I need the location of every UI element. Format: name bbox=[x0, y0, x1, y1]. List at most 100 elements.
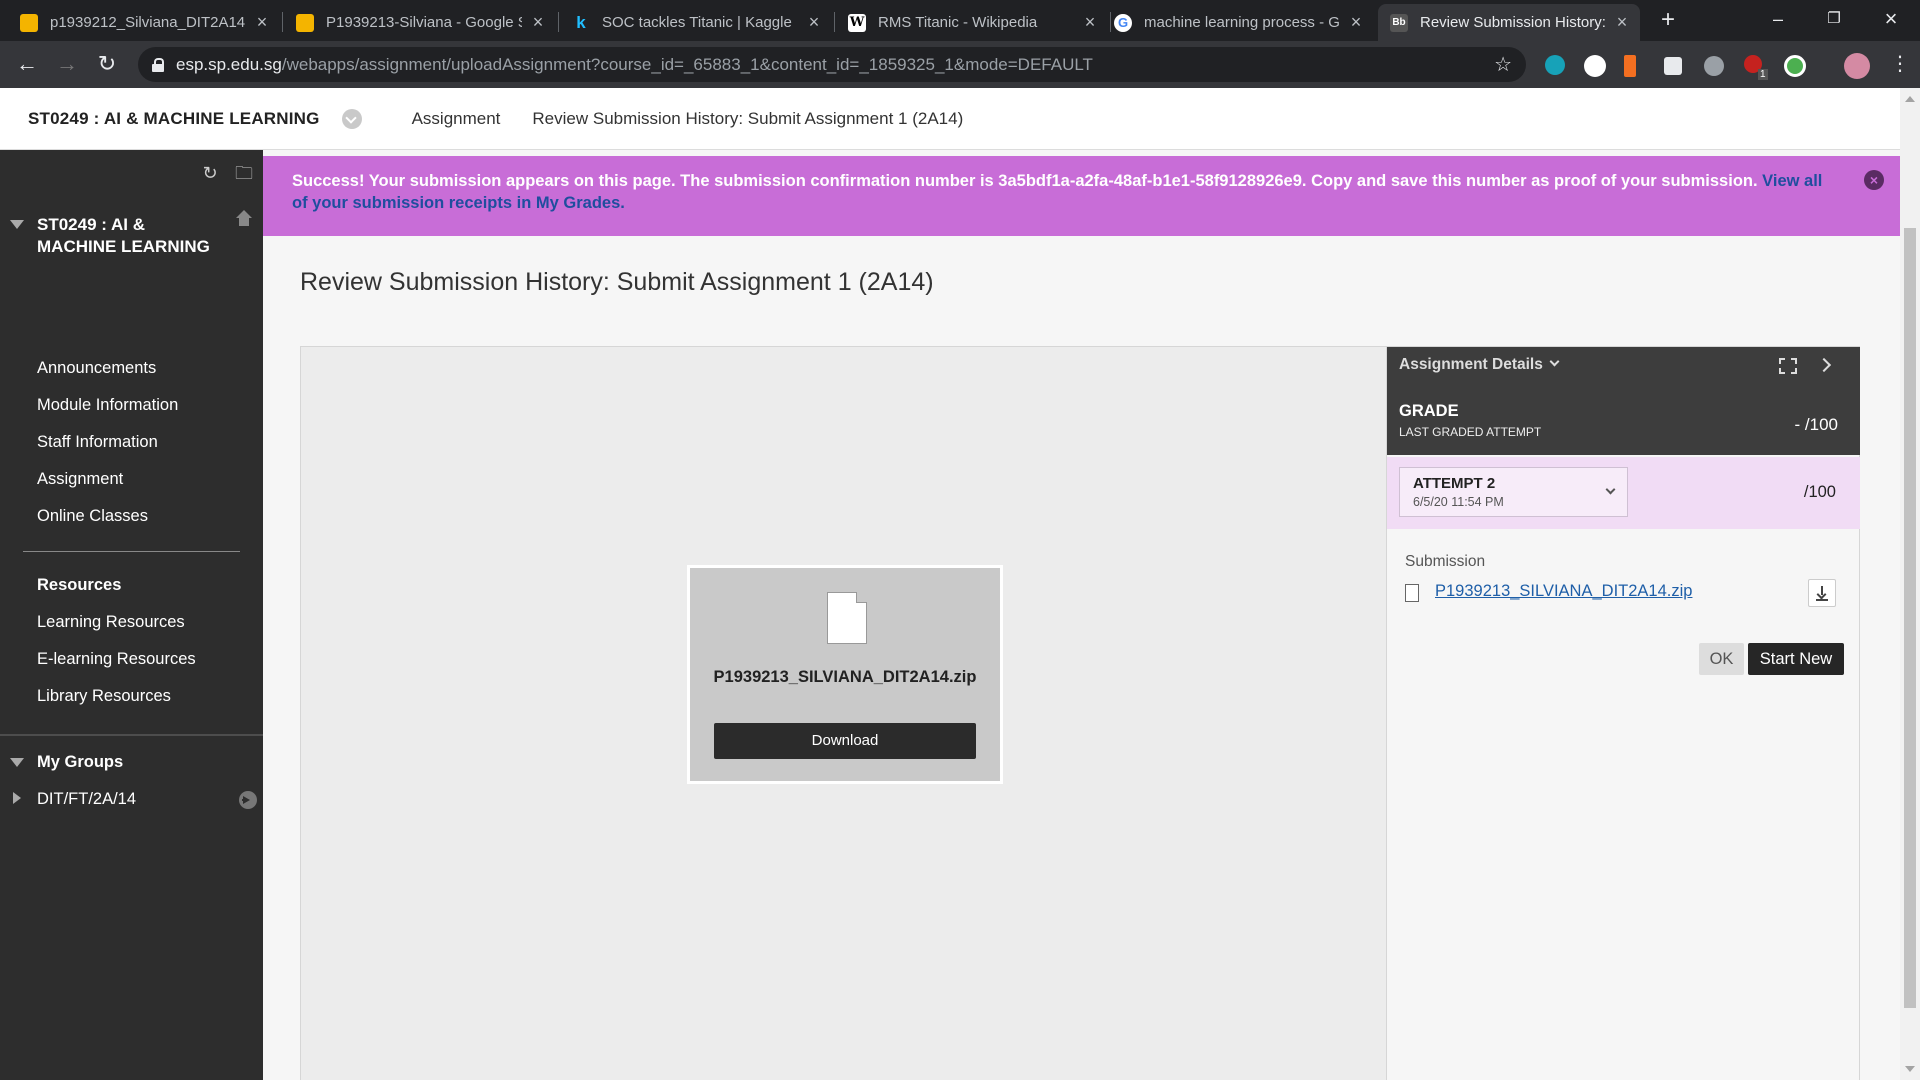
sidebar-heading-resources: Resources bbox=[37, 576, 122, 594]
notion-icon[interactable] bbox=[1664, 57, 1682, 75]
breadcrumb-current: Review Submission History: Submit Assign… bbox=[532, 108, 964, 128]
sidebar-heading-my-groups[interactable]: My Groups bbox=[37, 753, 123, 772]
chevron-down-icon[interactable] bbox=[341, 108, 362, 129]
new-tab-button[interactable]: + bbox=[1654, 6, 1682, 34]
extension-icon[interactable] bbox=[1545, 55, 1565, 75]
extension-badge: 1 bbox=[1758, 69, 1768, 80]
grade-label: GRADE bbox=[1399, 402, 1459, 420]
back-arrow-icon[interactable]: ← bbox=[12, 49, 42, 79]
close-icon[interactable]: × bbox=[254, 12, 270, 33]
tab-title: Review Submission History: S bbox=[1420, 14, 1606, 31]
sidebar-item-online-classes[interactable]: Online Classes bbox=[37, 507, 148, 526]
browser-tab[interactable]: W RMS Titanic - Wikipedia × bbox=[836, 4, 1108, 41]
extension-icon[interactable] bbox=[1704, 56, 1724, 76]
course-title[interactable]: ST0249 : AI & MACHINE LEARNING bbox=[28, 109, 320, 129]
google-slides-icon bbox=[296, 13, 314, 32]
close-icon[interactable]: × bbox=[806, 12, 822, 33]
reload-icon[interactable]: ↻ bbox=[92, 49, 122, 79]
extension-icon[interactable] bbox=[1624, 55, 1636, 77]
sidebar-tools: ↻ 🗀 bbox=[201, 164, 253, 182]
close-icon[interactable]: × bbox=[530, 12, 546, 33]
close-icon[interactable]: × bbox=[1864, 170, 1884, 190]
collapse-triangle-icon[interactable] bbox=[10, 758, 24, 767]
close-icon[interactable]: × bbox=[1614, 12, 1630, 33]
sidebar-item-module-information[interactable]: Module Information bbox=[37, 396, 178, 415]
scrollbar-thumb[interactable] bbox=[1904, 228, 1916, 1008]
attempt-grade: /100 bbox=[1803, 483, 1836, 501]
grade-box: GRADE LAST GRADED ATTEMPT - /100 bbox=[1387, 385, 1860, 455]
extension-icon[interactable] bbox=[1784, 55, 1806, 77]
minimize-icon[interactable]: – bbox=[1749, 0, 1807, 41]
tab-title: RMS Titanic - Wikipedia bbox=[878, 14, 1038, 31]
ok-button[interactable]: OK bbox=[1699, 643, 1744, 675]
assignment-details-title: Assignment Details bbox=[1399, 356, 1543, 373]
attempt-row: ATTEMPT 2 6/5/20 11:54 PM /100 bbox=[1387, 457, 1860, 529]
breadcrumb-assignment[interactable]: Assignment bbox=[412, 109, 501, 129]
lock-icon bbox=[152, 57, 164, 72]
home-icon[interactable] bbox=[234, 210, 254, 230]
browser-tab-strip: p1939212_Silviana_DIT2A14 - × P1939213-S… bbox=[0, 0, 1920, 41]
tab-title: p1939212_Silviana_DIT2A14 - bbox=[50, 14, 246, 31]
extension-icon[interactable] bbox=[1584, 55, 1606, 77]
download-icon[interactable] bbox=[1808, 579, 1836, 607]
sidebar-item-group[interactable]: DIT/FT/2A/14 bbox=[37, 790, 136, 809]
tab-title: machine learning process - G bbox=[1144, 14, 1340, 31]
url-host: esp.sp.edu.sg bbox=[176, 54, 282, 74]
expand-triangle-icon[interactable] bbox=[13, 792, 21, 804]
tab-title: SOC tackles Titanic | Kaggle bbox=[602, 14, 792, 31]
bookmark-star-icon[interactable]: ☆ bbox=[1494, 52, 1512, 77]
file-icon bbox=[1405, 584, 1419, 602]
avatar[interactable] bbox=[1844, 53, 1870, 79]
page-scrollbar[interactable] bbox=[1900, 88, 1920, 1080]
sidebar-item-elearning-resources[interactable]: E-learning Resources bbox=[37, 650, 196, 669]
course-nav-bar: ST0249 : AI & MACHINE LEARNING Assignmen… bbox=[0, 88, 1900, 150]
browser-toolbar: ← → ↻ esp.sp.edu.sg /webapps/assignment/… bbox=[0, 41, 1920, 88]
success-message: Success! Your submission appears on this… bbox=[292, 172, 1758, 190]
sidebar-item-assignment[interactable]: Assignment bbox=[37, 470, 123, 489]
success-banner: Success! Your submission appears on this… bbox=[263, 156, 1900, 236]
sidebar-item-announcements[interactable]: Announcements bbox=[37, 359, 156, 378]
forward-arrow-icon[interactable]: → bbox=[52, 49, 82, 79]
attempt-select[interactable]: ATTEMPT 2 6/5/20 11:54 PM bbox=[1399, 467, 1628, 517]
browser-tab[interactable]: k SOC tackles Titanic | Kaggle × bbox=[560, 4, 832, 41]
file-card: P1939213_SILVIANA_DIT2A14.zip Download bbox=[687, 565, 1003, 784]
attempt-label: ATTEMPT 2 bbox=[1413, 475, 1496, 492]
submission-label: Submission bbox=[1405, 553, 1486, 570]
refresh-icon[interactable]: ↻ bbox=[201, 164, 219, 182]
chevron-down-icon bbox=[1605, 484, 1616, 495]
scroll-up-icon[interactable] bbox=[1905, 96, 1915, 102]
folder-icon[interactable]: 🗀 bbox=[235, 164, 253, 182]
go-arrow-icon[interactable] bbox=[239, 791, 257, 809]
menu-kebab-icon[interactable]: ⋮ bbox=[1890, 51, 1910, 76]
start-new-button[interactable]: Start New bbox=[1748, 643, 1844, 675]
sidebar-course-title[interactable]: ST0249 : AI & MACHINE LEARNING bbox=[37, 214, 227, 258]
attempt-date: 6/5/20 11:54 PM bbox=[1413, 495, 1504, 509]
file-name: P1939213_SILVIANA_DIT2A14.zip bbox=[713, 668, 977, 686]
submission-file-link[interactable]: P1939213_SILVIANA_DIT2A14.zip bbox=[1435, 582, 1692, 601]
browser-tab[interactable]: G machine learning process - G × bbox=[1102, 4, 1374, 41]
kaggle-icon: k bbox=[576, 12, 586, 32]
chevron-down-icon bbox=[1549, 356, 1560, 367]
sidebar-item-staff-information[interactable]: Staff Information bbox=[37, 433, 158, 452]
close-icon[interactable]: × bbox=[1348, 12, 1364, 33]
download-button[interactable]: Download bbox=[714, 723, 976, 759]
blackboard-icon: Bb bbox=[1390, 13, 1408, 32]
expand-icon[interactable] bbox=[1779, 358, 1797, 374]
address-bar[interactable]: esp.sp.edu.sg /webapps/assignment/upload… bbox=[138, 47, 1526, 82]
sidebar-divider bbox=[23, 551, 240, 552]
sidebar-item-library-resources[interactable]: Library Resources bbox=[37, 687, 171, 706]
tab-separator bbox=[282, 12, 283, 32]
browser-tab[interactable]: p1939212_Silviana_DIT2A14 - × bbox=[8, 4, 280, 41]
submission-panel: P1939213_SILVIANA_DIT2A14.zip Download A… bbox=[300, 346, 1860, 1080]
collapse-triangle-icon[interactable] bbox=[10, 220, 24, 229]
scroll-down-icon[interactable] bbox=[1905, 1066, 1915, 1072]
restore-icon[interactable]: ❐ bbox=[1805, 0, 1863, 41]
window-close-icon[interactable]: × bbox=[1862, 0, 1920, 41]
sidebar-item-learning-resources[interactable]: Learning Resources bbox=[37, 613, 185, 632]
assignment-details-panel: Assignment Details GRADE LAST GRADED ATT… bbox=[1386, 347, 1860, 1080]
grade-sublabel: LAST GRADED ATTEMPT bbox=[1399, 425, 1542, 439]
browser-tab[interactable]: P1939213-Silviana - Google S × bbox=[284, 4, 556, 41]
page: ST0249 : AI & MACHINE LEARNING Assignmen… bbox=[0, 88, 1900, 1080]
browser-tab-active[interactable]: Bb Review Submission History: S × bbox=[1378, 4, 1640, 41]
close-icon[interactable]: × bbox=[1082, 12, 1098, 33]
